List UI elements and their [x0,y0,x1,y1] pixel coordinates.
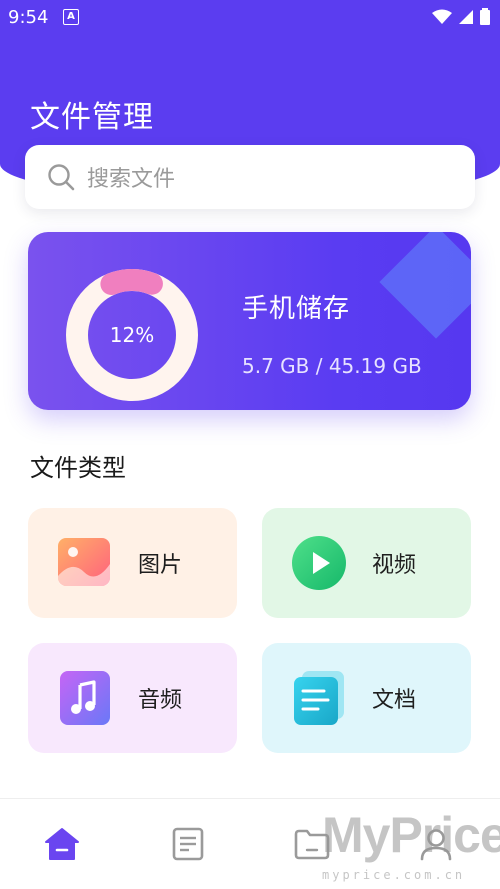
notification-icon: A [63,9,79,25]
file-type-label: 图片 [138,553,183,578]
file-types-title: 文件类型 [30,454,126,482]
file-type-images[interactable]: 图片 [28,508,237,618]
file-list-icon [172,827,204,861]
signal-icon [459,9,473,24]
image-icon [58,538,110,586]
storage-usage: 5.7 GB / 45.19 GB [242,354,422,378]
file-type-audio[interactable]: 音频 [28,643,237,753]
nav-home[interactable] [37,819,87,869]
document-icon [294,671,344,725]
home-icon [45,828,79,860]
nav-files[interactable] [163,819,213,869]
music-icon [60,671,110,725]
storage-card[interactable]: 12% 手机储存 5.7 GB / 45.19 GB [28,232,471,410]
status-time: 9:54 [8,7,49,28]
watermark-logo: MyPrice [322,807,500,863]
file-type-videos[interactable]: 视频 [262,508,471,618]
file-type-label: 视频 [372,553,417,578]
file-type-label: 音频 [138,688,183,713]
status-icons [432,8,490,25]
wifi-icon [432,9,452,24]
battery-icon [480,8,490,25]
search-placeholder: 搜索文件 [87,167,176,192]
storage-percent: 12% [109,323,155,347]
card-decoration [379,232,471,339]
search-icon [48,164,75,191]
storage-title: 手机储存 [242,294,351,324]
page-title: 文件管理 [30,100,154,135]
status-bar: 9:54 A [0,0,500,34]
watermark-url: myprice.com.cn [322,868,466,882]
file-type-documents[interactable]: 文档 [262,643,471,753]
play-icon [292,536,346,590]
search-input[interactable]: 搜索文件 [25,145,475,209]
file-type-label: 文档 [372,688,417,713]
